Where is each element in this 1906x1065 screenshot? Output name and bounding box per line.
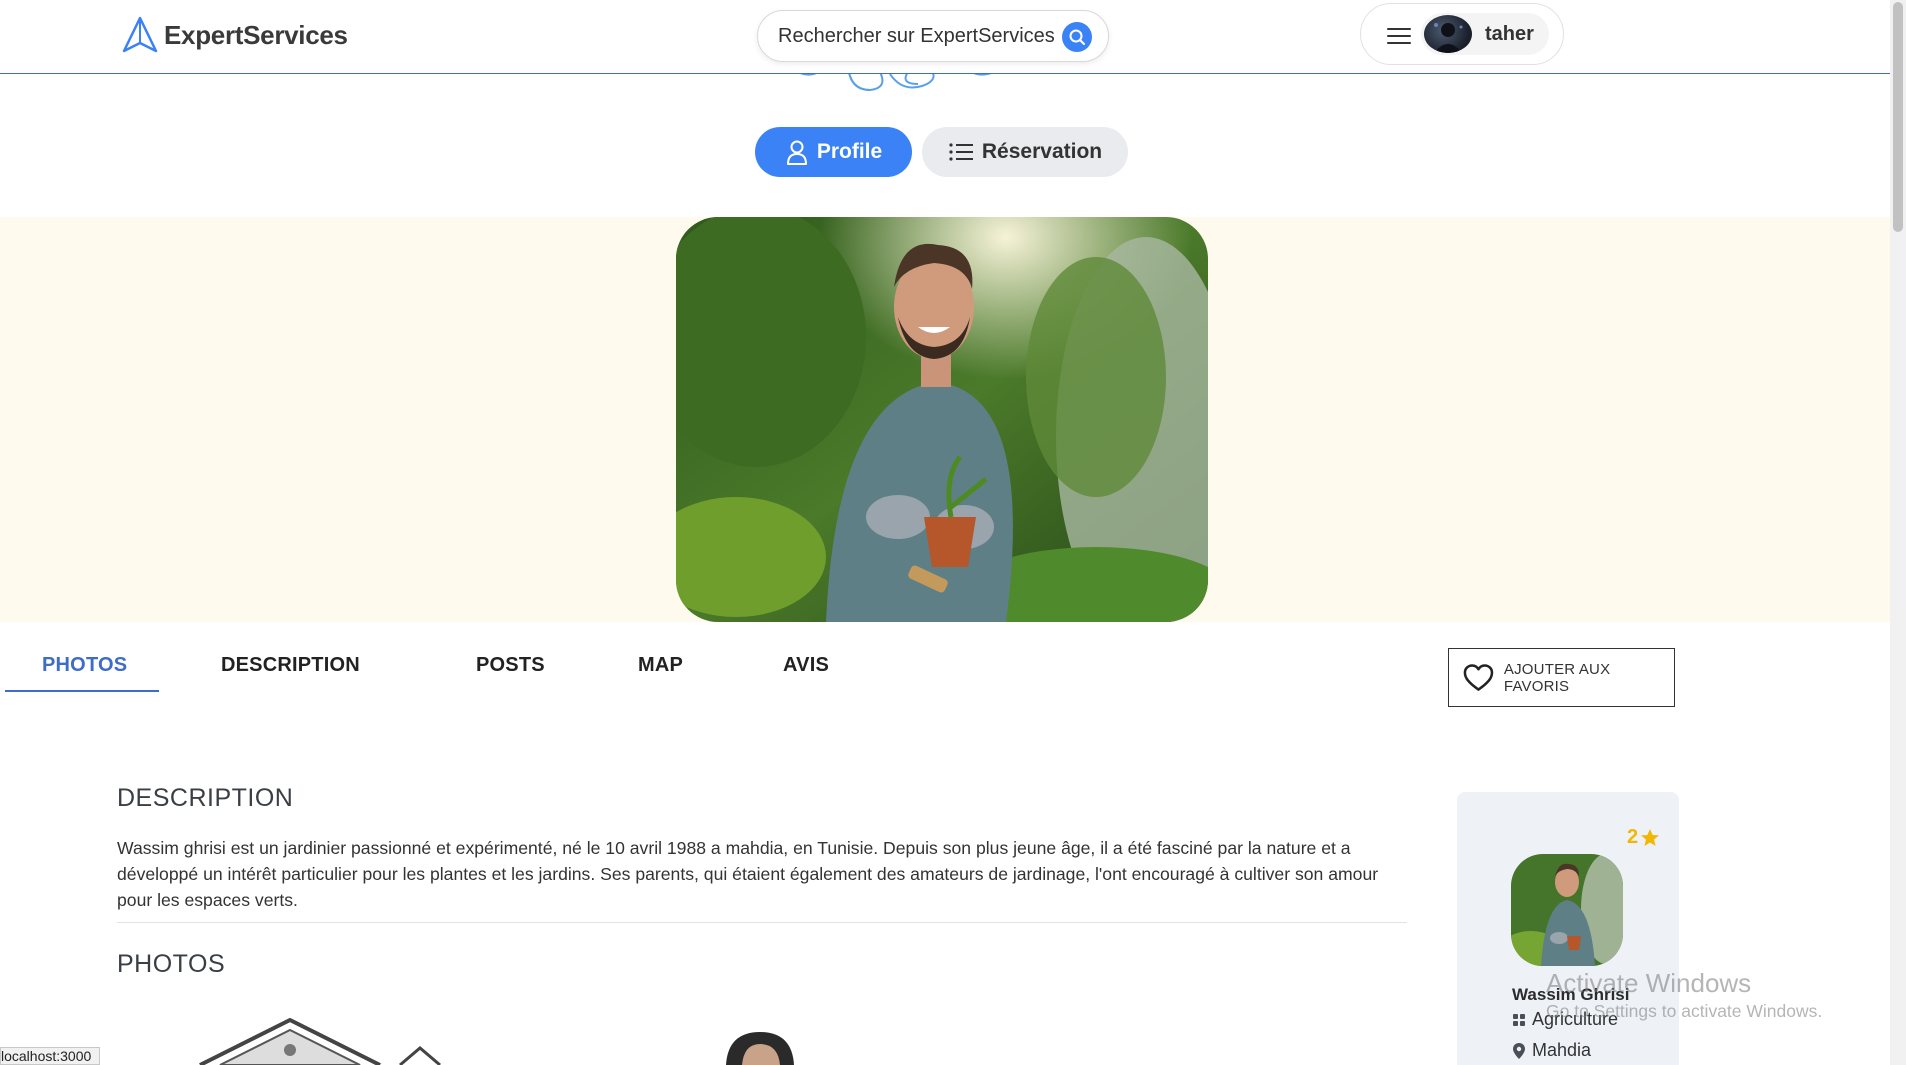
rating-value: 2 bbox=[1627, 826, 1639, 848]
profile-avatar bbox=[1511, 854, 1623, 966]
profile-tabs: PHOTOS DESCRIPTION POSTS MAP AVIS bbox=[0, 640, 1000, 692]
brand-logo[interactable]: ExpertServices bbox=[122, 16, 348, 54]
user-menu[interactable]: taher bbox=[1360, 3, 1564, 65]
star-icon bbox=[1641, 828, 1660, 846]
profile-cover-photo bbox=[676, 217, 1208, 622]
brand-name: ExpertServices bbox=[164, 19, 348, 50]
user-icon bbox=[786, 140, 807, 165]
scrollbar[interactable] bbox=[1890, 0, 1906, 1065]
tab-map[interactable]: MAP bbox=[638, 654, 683, 677]
tab-avis[interactable]: AVIS bbox=[783, 654, 829, 677]
activate-windows-watermark: Activate Windows bbox=[1546, 968, 1752, 998]
photos-heading: PHOTOS bbox=[117, 950, 226, 978]
description-text: Wassim ghrisi est un jardinier passionné… bbox=[117, 838, 1379, 910]
rating-badge: 2 bbox=[1627, 826, 1660, 849]
profile-toggle-button[interactable]: Profile bbox=[755, 127, 912, 177]
add-to-favorites-button[interactable]: AJOUTER AUX FAVORIS bbox=[1448, 648, 1675, 707]
avatar bbox=[1424, 15, 1472, 53]
search-icon bbox=[1069, 29, 1085, 45]
search-bar[interactable]: Rechercher sur ExpertServices bbox=[757, 10, 1109, 62]
tab-description[interactable]: DESCRIPTION bbox=[221, 654, 360, 677]
top-navbar: ExpertServices Rechercher sur ExpertServ… bbox=[0, 0, 1890, 74]
profile-location: Mahdia bbox=[1512, 1040, 1591, 1061]
tab-photos[interactable]: PHOTOS bbox=[42, 654, 127, 677]
category-icon bbox=[1513, 1013, 1525, 1026]
logo-icon bbox=[122, 16, 158, 53]
user-pill[interactable]: taher bbox=[1421, 13, 1549, 55]
list-icon bbox=[949, 143, 973, 161]
status-url: localhost:3000 bbox=[0, 1047, 101, 1065]
scrollbar-thumb[interactable] bbox=[1893, 2, 1903, 232]
section-divider bbox=[117, 922, 1407, 923]
search-button[interactable] bbox=[1062, 22, 1092, 52]
profile-location-label: Mahdia bbox=[1532, 1040, 1592, 1060]
heart-icon bbox=[1463, 663, 1494, 691]
search-input[interactable]: Rechercher sur ExpertServices bbox=[778, 25, 1055, 48]
profile-toggle-label: Profile bbox=[816, 140, 883, 163]
photo-thumbnail-house[interactable] bbox=[190, 1018, 450, 1065]
active-tab-indicator bbox=[5, 690, 159, 692]
reservation-toggle-button[interactable]: Réservation bbox=[922, 127, 1128, 177]
description-heading: DESCRIPTION bbox=[117, 784, 294, 812]
activate-windows-hint: Go to Settings to activate Windows. bbox=[1546, 1001, 1823, 1021]
page: ExpertServices Rechercher sur ExpertServ… bbox=[0, 0, 1906, 1065]
photo-thumbnail-person[interactable] bbox=[720, 1030, 800, 1065]
menu-icon[interactable] bbox=[1387, 28, 1411, 44]
user-name: taher bbox=[1485, 23, 1534, 45]
reservation-toggle-label: Réservation bbox=[981, 140, 1103, 163]
location-pin-icon bbox=[1513, 1042, 1525, 1059]
tab-posts[interactable]: POSTS bbox=[476, 654, 545, 677]
add-to-favorites-label: AJOUTER AUX FAVORIS bbox=[1503, 660, 1611, 695]
